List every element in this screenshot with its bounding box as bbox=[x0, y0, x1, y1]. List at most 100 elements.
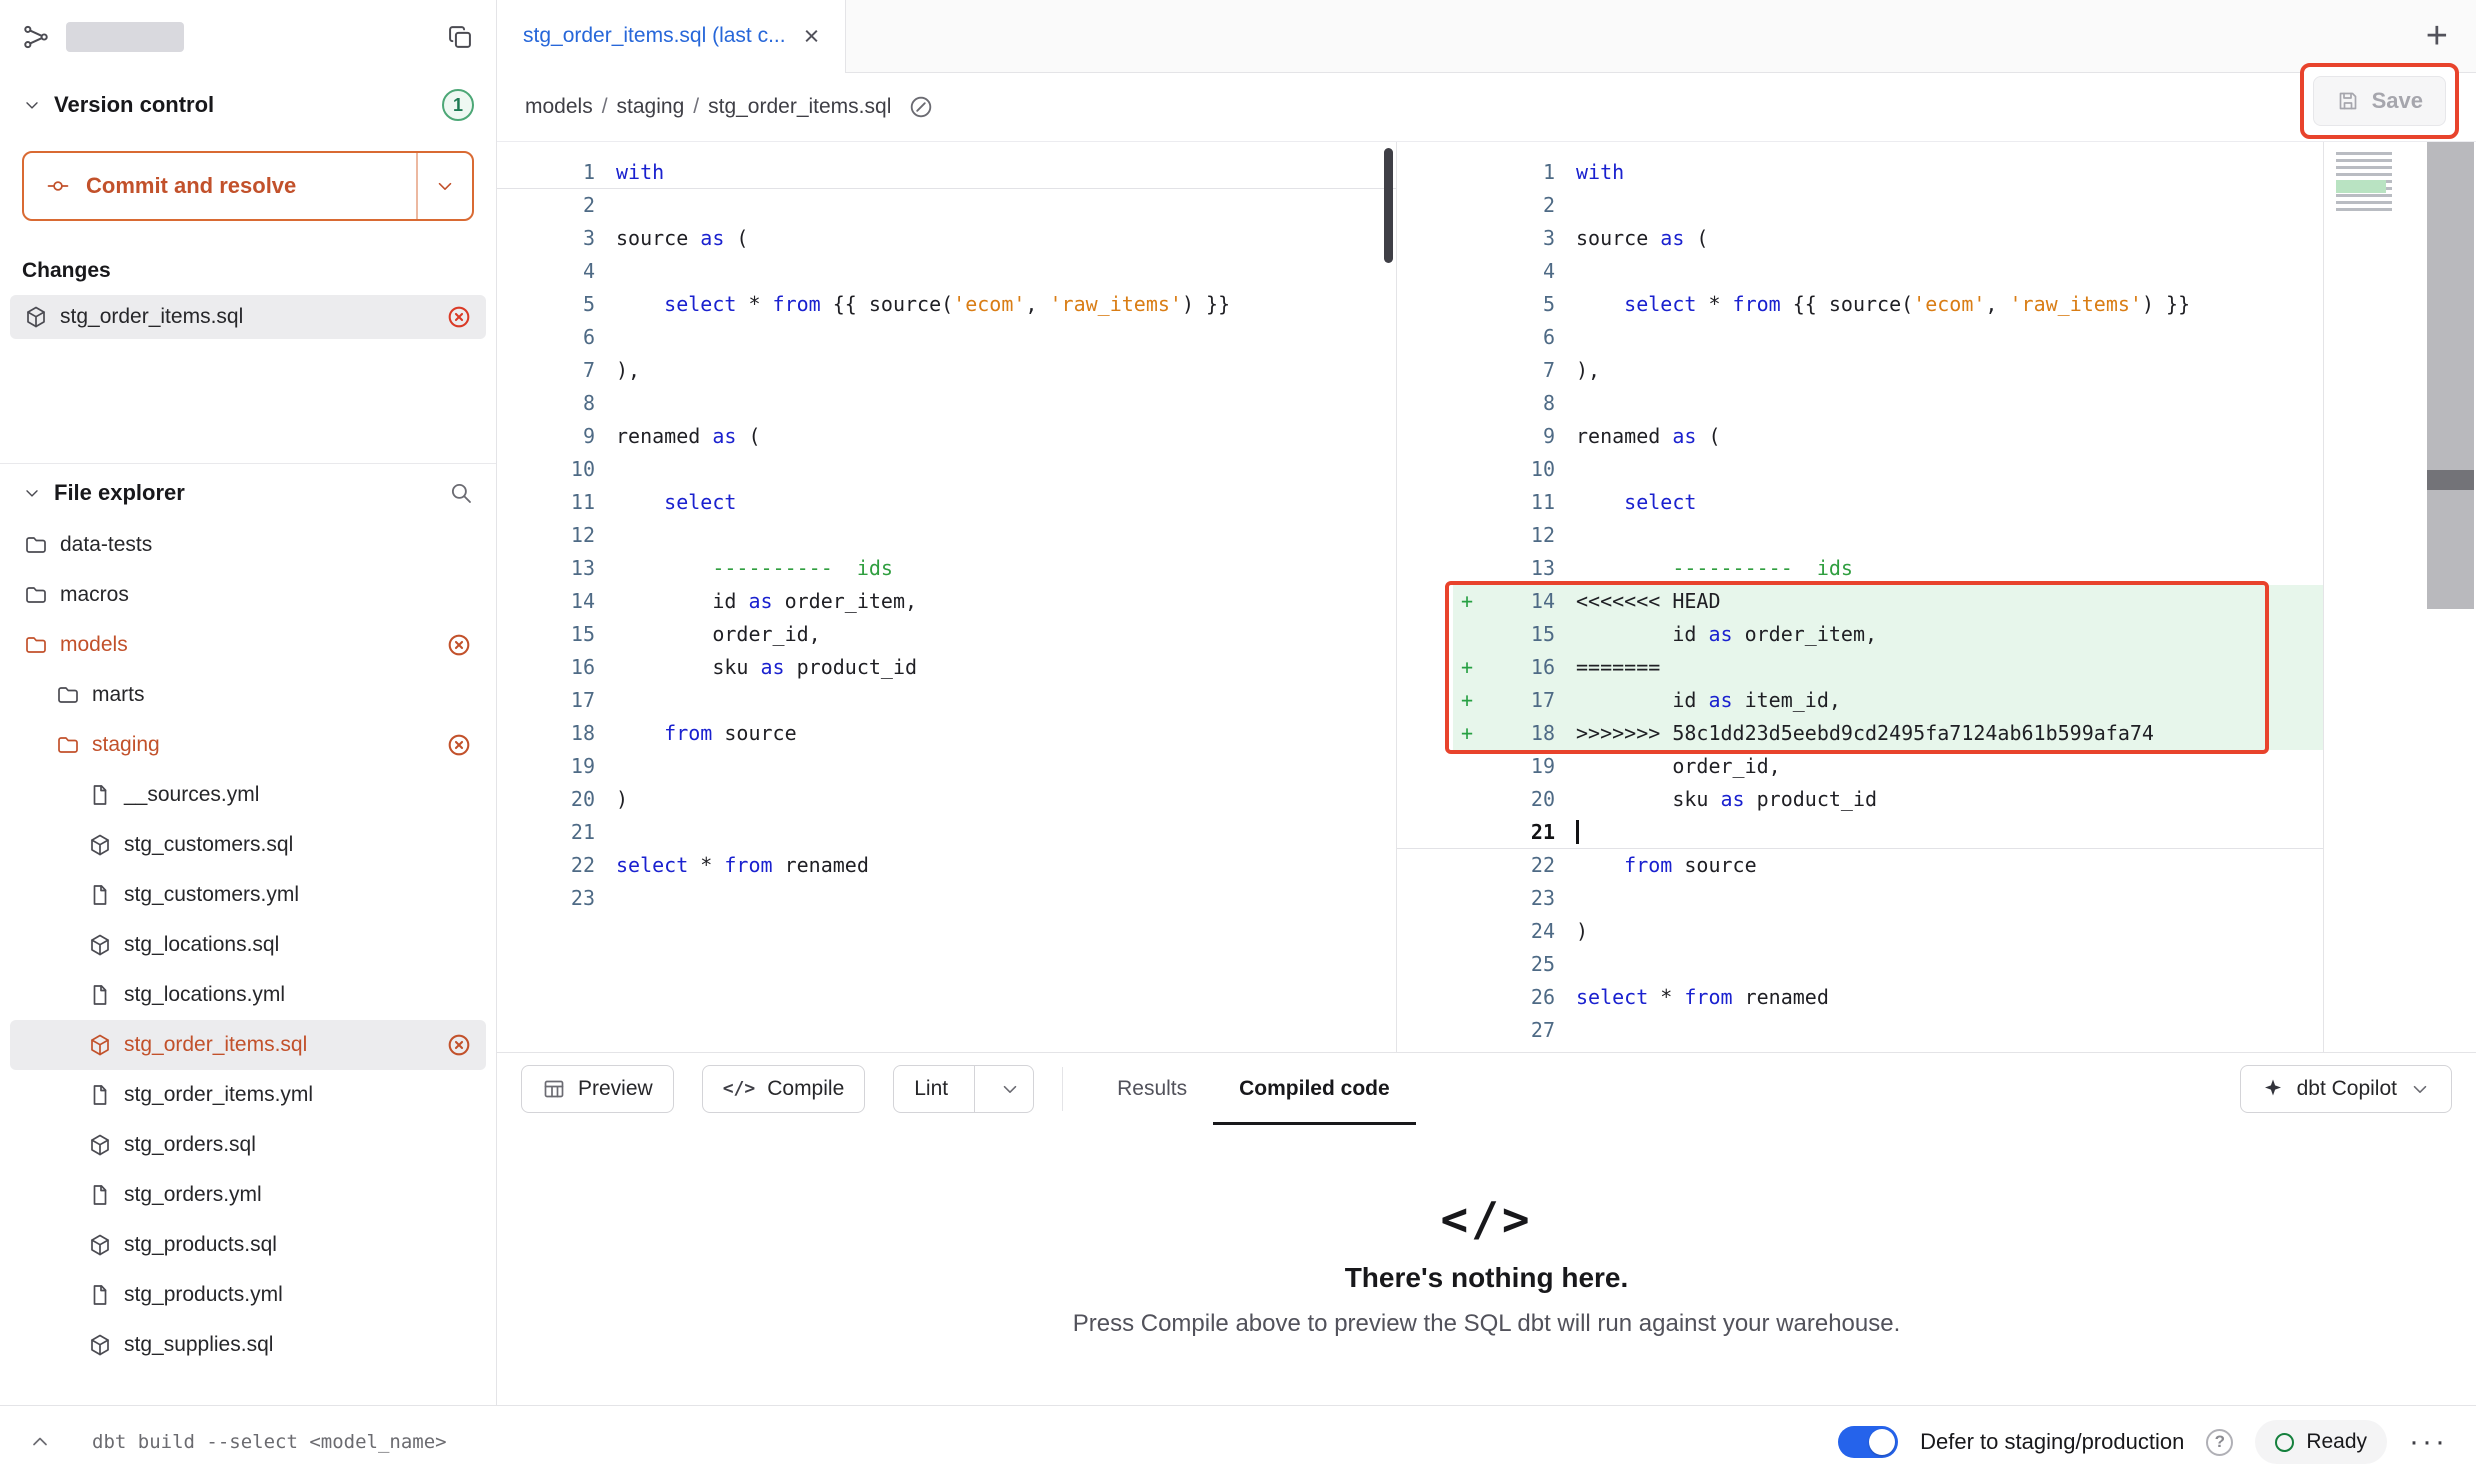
changed-file-row[interactable]: stg_order_items.sql bbox=[10, 295, 486, 339]
code-line-6[interactable]: 6 bbox=[497, 321, 1396, 354]
save-button[interactable]: Save bbox=[2313, 76, 2446, 126]
lint-dropdown-button[interactable] bbox=[987, 1066, 1033, 1112]
code-line-4[interactable]: 4 bbox=[1397, 255, 2323, 288]
file-row-staging[interactable]: staging bbox=[10, 720, 486, 770]
compile-button[interactable]: </> Compile bbox=[702, 1065, 866, 1113]
code-line-7[interactable]: 7), bbox=[1397, 354, 2323, 387]
breadcrumb-item-file[interactable]: stg_order_items.sql bbox=[708, 95, 891, 119]
code-line-19[interactable]: 19 order_id, bbox=[1397, 750, 2323, 783]
lineage-icon[interactable] bbox=[908, 94, 934, 120]
code-line-1[interactable]: 1with bbox=[497, 156, 1396, 189]
copy-icon[interactable] bbox=[446, 23, 474, 51]
code-line-1[interactable]: 1with bbox=[1397, 156, 2323, 189]
minimap[interactable] bbox=[2336, 152, 2392, 214]
code-line-7[interactable]: 7), bbox=[497, 354, 1396, 387]
code-line-13[interactable]: 13 ---------- ids bbox=[1397, 552, 2323, 585]
commit-dropdown-button[interactable] bbox=[416, 153, 472, 219]
code-line-2[interactable]: 2 bbox=[1397, 189, 2323, 222]
code-line-8[interactable]: 8 bbox=[497, 387, 1396, 420]
scrollbar-track[interactable] bbox=[2424, 142, 2474, 1052]
code-line-20[interactable]: 20 sku as product_id bbox=[1397, 783, 2323, 816]
file-row-stg_customers.yml[interactable]: stg_customers.yml bbox=[10, 870, 486, 920]
file-row-macros[interactable]: macros bbox=[10, 570, 486, 620]
left-pane-scrollbar-thumb[interactable] bbox=[1384, 148, 1393, 263]
file-row-marts[interactable]: marts bbox=[10, 670, 486, 720]
code-line-22[interactable]: 22select * from renamed bbox=[497, 849, 1396, 882]
file-row-stg_customers.sql[interactable]: stg_customers.sql bbox=[10, 820, 486, 870]
new-tab-button[interactable]: + bbox=[2426, 17, 2448, 55]
file-row-data-tests[interactable]: data-tests bbox=[10, 520, 486, 570]
file-row-stg_order_items.yml[interactable]: stg_order_items.yml bbox=[10, 1070, 486, 1120]
code-line-26[interactable]: 26select * from renamed bbox=[1397, 981, 2323, 1014]
breadcrumb-item-models[interactable]: models bbox=[525, 95, 593, 119]
file-row-stg_products.yml[interactable]: stg_products.yml bbox=[10, 1270, 486, 1320]
build-command-text[interactable]: dbt build --select <model_name> bbox=[92, 1431, 447, 1453]
breadcrumb-item-staging[interactable]: staging bbox=[617, 95, 685, 119]
version-control-header[interactable]: Version control 1 bbox=[0, 73, 496, 129]
code-line-4[interactable]: 4 bbox=[497, 255, 1396, 288]
code-line-9[interactable]: 9renamed as ( bbox=[497, 420, 1396, 453]
code-line-10[interactable]: 10 bbox=[497, 453, 1396, 486]
file-row-stg_orders.sql[interactable]: stg_orders.sql bbox=[10, 1120, 486, 1170]
dag-icon[interactable] bbox=[22, 23, 50, 51]
file-row-stg_products.sql[interactable]: stg_products.sql bbox=[10, 1220, 486, 1270]
file-row-stg_orders.yml[interactable]: stg_orders.yml bbox=[10, 1170, 486, 1220]
help-icon[interactable]: ? bbox=[2206, 1429, 2233, 1456]
file-row-stg_locations.sql[interactable]: stg_locations.sql bbox=[10, 920, 486, 970]
commit-button-main[interactable]: Commit and resolve bbox=[24, 153, 416, 219]
file-row-models[interactable]: models bbox=[10, 620, 486, 670]
file-explorer-header[interactable]: File explorer bbox=[0, 464, 496, 514]
editor-pane-right[interactable]: 1with23source as (45 select * from {{ so… bbox=[1397, 142, 2324, 1052]
code-line-8[interactable]: 8 bbox=[1397, 387, 2323, 420]
code-line-14[interactable]: 14 id as order_item, bbox=[497, 585, 1396, 618]
code-line-6[interactable]: 6 bbox=[1397, 321, 2323, 354]
code-line-12[interactable]: 12 bbox=[1397, 519, 2323, 552]
code-line-11[interactable]: 11 select bbox=[497, 486, 1396, 519]
code-line-17[interactable]: 17 bbox=[497, 684, 1396, 717]
code-line-23[interactable]: 23 bbox=[1397, 882, 2323, 915]
code-line-17[interactable]: +17 id as item_id, bbox=[1397, 684, 2323, 717]
chevron-up-icon[interactable] bbox=[28, 1430, 52, 1454]
file-row-__sources.yml[interactable]: __sources.yml bbox=[10, 770, 486, 820]
ready-status-badge[interactable]: Ready bbox=[2255, 1420, 2387, 1464]
file-row-stg_order_items.sql[interactable]: stg_order_items.sql bbox=[10, 1020, 486, 1070]
file-row-stg_locations.yml[interactable]: stg_locations.yml bbox=[10, 970, 486, 1020]
preview-button[interactable]: Preview bbox=[521, 1065, 674, 1113]
code-line-21[interactable]: 21 bbox=[497, 816, 1396, 849]
code-line-13[interactable]: 13 ---------- ids bbox=[497, 552, 1396, 585]
code-line-19[interactable]: 19 bbox=[497, 750, 1396, 783]
code-line-16[interactable]: 16 sku as product_id bbox=[497, 651, 1396, 684]
code-line-3[interactable]: 3source as ( bbox=[1397, 222, 2323, 255]
code-line-15[interactable]: 15 order_id, bbox=[497, 618, 1396, 651]
more-options-button[interactable]: ··· bbox=[2409, 1427, 2448, 1457]
code-line-25[interactable]: 25 bbox=[1397, 948, 2323, 981]
code-line-22[interactable]: 22 from source bbox=[1397, 849, 2323, 882]
code-line-15[interactable]: 15 id as order_item, bbox=[1397, 618, 2323, 651]
scrollbar-thumb[interactable] bbox=[2427, 470, 2474, 490]
code-line-9[interactable]: 9renamed as ( bbox=[1397, 420, 2323, 453]
code-line-27[interactable]: 27 bbox=[1397, 1014, 2323, 1047]
code-line-5[interactable]: 5 select * from {{ source('ecom', 'raw_i… bbox=[1397, 288, 2323, 321]
tab-compiled-code[interactable]: Compiled code bbox=[1213, 1053, 1416, 1125]
search-icon[interactable] bbox=[448, 480, 474, 506]
file-row-stg_supplies.sql[interactable]: stg_supplies.sql bbox=[10, 1320, 486, 1370]
commit-and-resolve-button[interactable]: Commit and resolve bbox=[22, 151, 474, 221]
code-line-21[interactable]: 21 bbox=[1397, 816, 2323, 849]
dbt-copilot-button[interactable]: dbt Copilot bbox=[2240, 1065, 2452, 1113]
code-line-23[interactable]: 23 bbox=[497, 882, 1396, 915]
code-line-2[interactable]: 2 bbox=[497, 189, 1396, 222]
lint-button[interactable]: Lint bbox=[893, 1065, 1034, 1113]
code-line-20[interactable]: 20) bbox=[497, 783, 1396, 816]
code-line-11[interactable]: 11 select bbox=[1397, 486, 2323, 519]
tab-results[interactable]: Results bbox=[1091, 1053, 1213, 1125]
code-line-16[interactable]: +16======= bbox=[1397, 651, 2323, 684]
code-line-24[interactable]: 24) bbox=[1397, 915, 2323, 948]
code-line-5[interactable]: 5 select * from {{ source('ecom', 'raw_i… bbox=[497, 288, 1396, 321]
code-line-3[interactable]: 3source as ( bbox=[497, 222, 1396, 255]
tab-stg-order-items-sql[interactable]: stg_order_items.sql (last c... × bbox=[497, 0, 846, 73]
defer-toggle[interactable] bbox=[1838, 1426, 1898, 1458]
editor-pane-left[interactable]: 1with23source as (45 select * from {{ so… bbox=[497, 142, 1397, 1052]
close-icon[interactable]: × bbox=[804, 23, 820, 50]
scrollbar-region[interactable] bbox=[2427, 142, 2474, 609]
code-line-10[interactable]: 10 bbox=[1397, 453, 2323, 486]
